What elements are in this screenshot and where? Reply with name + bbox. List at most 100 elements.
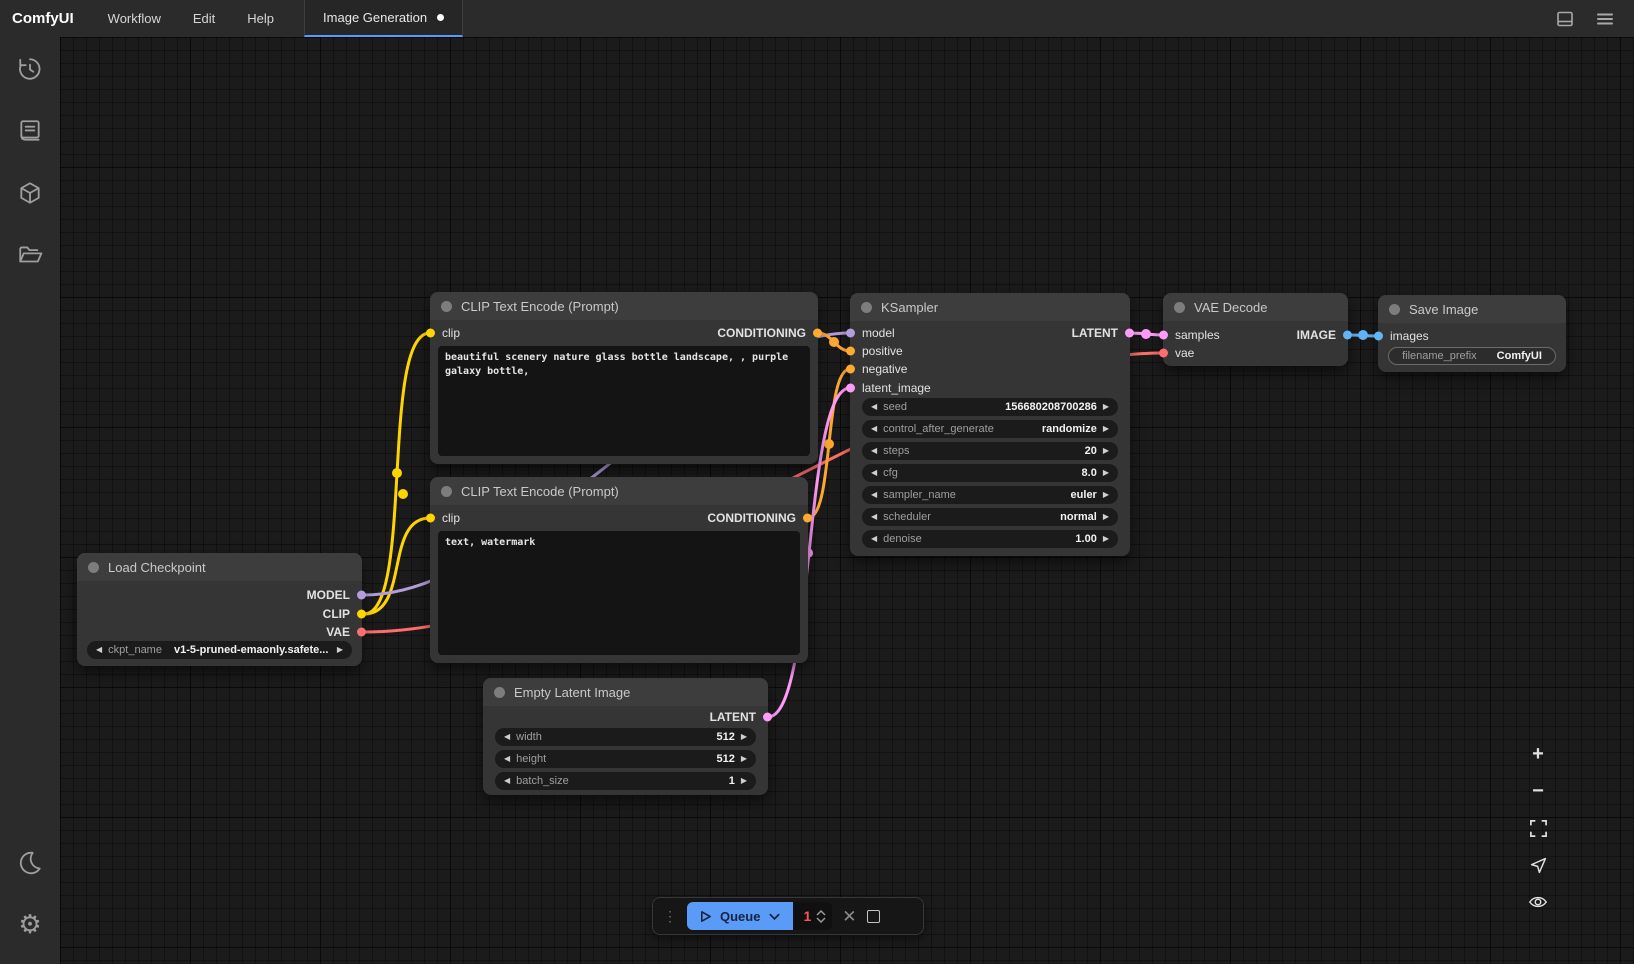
vae-input-slot[interactable]	[1159, 349, 1168, 358]
node-empty-latent-image[interactable]: Empty Latent Image LATENT ◀ width 512 ▶ …	[483, 678, 768, 795]
clip-output-slot[interactable]	[357, 610, 366, 619]
menu-help[interactable]: Help	[231, 0, 290, 37]
tab-image-generation[interactable]: Image Generation	[304, 0, 463, 37]
collapse-node-icon[interactable]	[861, 302, 872, 313]
node-header[interactable]: Save Image	[1378, 295, 1566, 323]
node-load-checkpoint[interactable]: Load Checkpoint MODEL CLIP VAE ◀ ckpt_na…	[77, 553, 362, 666]
next-value-arrow-icon[interactable]: ▶	[1103, 425, 1109, 433]
queue-button[interactable]: Queue	[687, 902, 793, 930]
increment-arrow-icon[interactable]: ▶	[1103, 403, 1109, 411]
chevron-down-icon[interactable]	[768, 910, 781, 923]
latent-output-slot[interactable]	[1125, 329, 1134, 338]
sampler-name-widget[interactable]: ◀ sampler_name euler ▶	[862, 486, 1118, 504]
latent-image-input-slot[interactable]	[846, 384, 855, 393]
decrement-arrow-icon[interactable]: ◀	[871, 403, 877, 411]
decrement-arrow-icon[interactable]: ◀	[504, 755, 510, 763]
height-widget[interactable]: ◀ height 512 ▶	[495, 750, 756, 768]
samples-input-slot[interactable]	[1159, 331, 1168, 340]
images-input-slot[interactable]	[1374, 332, 1383, 341]
control-after-generate-widget[interactable]: ◀ control_after_generate randomize ▶	[862, 420, 1118, 438]
hamburger-menu-icon[interactable]	[1590, 4, 1620, 34]
steps-widget[interactable]: ◀ steps 20 ▶	[862, 442, 1118, 460]
model-input-slot[interactable]	[846, 329, 855, 338]
clear-queue-icon[interactable]: ✕	[842, 908, 856, 925]
node-header[interactable]: KSampler	[850, 293, 1130, 321]
negative-prompt-textarea[interactable]: text, watermark	[438, 531, 800, 655]
node-library-icon[interactable]	[10, 111, 50, 151]
filename-prefix-widget[interactable]: filename_prefix ComfyUI	[1388, 347, 1556, 365]
increment-arrow-icon[interactable]: ▶	[1103, 535, 1109, 543]
menu-edit[interactable]: Edit	[177, 0, 231, 37]
bottom-panel-icon[interactable]	[1550, 4, 1580, 34]
theme-toggle-moon-icon[interactable]	[10, 842, 50, 882]
node-header[interactable]: Empty Latent Image	[483, 678, 768, 706]
negative-input-slot[interactable]	[846, 365, 855, 374]
fit-view-icon[interactable]	[1526, 816, 1550, 840]
collapse-node-icon[interactable]	[1389, 304, 1400, 315]
decrement-arrow-icon[interactable]: ◀	[871, 447, 877, 455]
spinner-down-icon[interactable]	[816, 917, 826, 923]
seed-widget[interactable]: ◀ seed 156680208700286 ▶	[862, 398, 1118, 416]
decrement-arrow-icon[interactable]: ◀	[504, 777, 510, 785]
next-value-arrow-icon[interactable]: ▶	[1103, 491, 1109, 499]
collapse-node-icon[interactable]	[88, 562, 99, 573]
increment-arrow-icon[interactable]: ▶	[741, 733, 747, 741]
zoom-out-icon[interactable]: −	[1526, 779, 1550, 803]
settings-gear-icon[interactable]: ⚙	[10, 904, 50, 944]
scheduler-widget[interactable]: ◀ scheduler normal ▶	[862, 508, 1118, 526]
batch-count-input[interactable]: 1	[793, 902, 832, 930]
vae-output-slot[interactable]	[357, 628, 366, 637]
prev-value-arrow-icon[interactable]: ◀	[871, 491, 877, 499]
denoise-widget[interactable]: ◀ denoise 1.00 ▶	[862, 530, 1118, 548]
model-output-slot[interactable]	[357, 591, 366, 600]
latent-output-slot[interactable]	[763, 713, 772, 722]
cfg-widget[interactable]: ◀ cfg 8.0 ▶	[862, 464, 1118, 482]
collapse-node-icon[interactable]	[494, 687, 505, 698]
prev-value-arrow-icon[interactable]: ◀	[96, 646, 102, 654]
node-vae-decode[interactable]: VAE Decode samples IMAGE vae	[1163, 293, 1348, 366]
select-mode-arrow-icon[interactable]	[1526, 853, 1550, 877]
queue-history-icon[interactable]	[10, 49, 50, 89]
workflows-folder-icon[interactable]	[10, 235, 50, 275]
ckpt-name-widget[interactable]: ◀ ckpt_name v1-5-pruned-emaonly.safete..…	[87, 641, 352, 659]
collapse-node-icon[interactable]	[441, 486, 452, 497]
toggle-link-visibility-eye-icon[interactable]	[1526, 890, 1550, 914]
increment-arrow-icon[interactable]: ▶	[741, 755, 747, 763]
decrement-arrow-icon[interactable]: ◀	[871, 469, 877, 477]
zoom-in-icon[interactable]: +	[1526, 742, 1550, 766]
next-value-arrow-icon[interactable]: ▶	[1103, 513, 1109, 521]
next-value-arrow-icon[interactable]: ▶	[337, 646, 343, 654]
node-header[interactable]: Load Checkpoint	[77, 553, 362, 581]
decrement-arrow-icon[interactable]: ◀	[871, 535, 877, 543]
node-ksampler[interactable]: KSampler model LATENT positive negative …	[850, 293, 1130, 556]
node-header[interactable]: CLIP Text Encode (Prompt)	[430, 292, 818, 320]
node-graph-canvas[interactable]	[60, 37, 1634, 964]
positive-prompt-textarea[interactable]: beautiful scenery nature glass bottle la…	[438, 346, 810, 456]
conditioning-output-slot[interactable]	[813, 329, 822, 338]
positive-input-slot[interactable]	[846, 347, 855, 356]
collapse-node-icon[interactable]	[441, 301, 452, 312]
spinner-up-icon[interactable]	[816, 910, 826, 916]
node-clip-text-encode-negative[interactable]: CLIP Text Encode (Prompt) clip CONDITION…	[430, 477, 808, 663]
increment-arrow-icon[interactable]: ▶	[1103, 469, 1109, 477]
decrement-arrow-icon[interactable]: ◀	[504, 733, 510, 741]
node-header[interactable]: VAE Decode	[1163, 293, 1348, 321]
batch-size-widget[interactable]: ◀ batch_size 1 ▶	[495, 772, 756, 790]
increment-arrow-icon[interactable]: ▶	[741, 777, 747, 785]
width-widget[interactable]: ◀ width 512 ▶	[495, 728, 756, 746]
menu-workflow[interactable]: Workflow	[92, 0, 177, 37]
node-clip-text-encode-positive[interactable]: CLIP Text Encode (Prompt) clip CONDITION…	[430, 292, 818, 464]
drag-handle-icon[interactable]: ⋮	[663, 908, 677, 925]
node-save-image[interactable]: Save Image images filename_prefix ComfyU…	[1378, 295, 1566, 372]
clip-input-slot[interactable]	[426, 329, 435, 338]
model-library-icon[interactable]	[10, 173, 50, 213]
prev-value-arrow-icon[interactable]: ◀	[871, 425, 877, 433]
image-output-slot[interactable]	[1343, 331, 1352, 340]
clip-input-slot[interactable]	[426, 514, 435, 523]
increment-arrow-icon[interactable]: ▶	[1103, 447, 1109, 455]
prev-value-arrow-icon[interactable]: ◀	[871, 513, 877, 521]
interrupt-stop-icon[interactable]	[867, 910, 880, 923]
node-header[interactable]: CLIP Text Encode (Prompt)	[430, 477, 808, 505]
collapse-node-icon[interactable]	[1174, 302, 1185, 313]
conditioning-output-slot[interactable]	[803, 514, 812, 523]
